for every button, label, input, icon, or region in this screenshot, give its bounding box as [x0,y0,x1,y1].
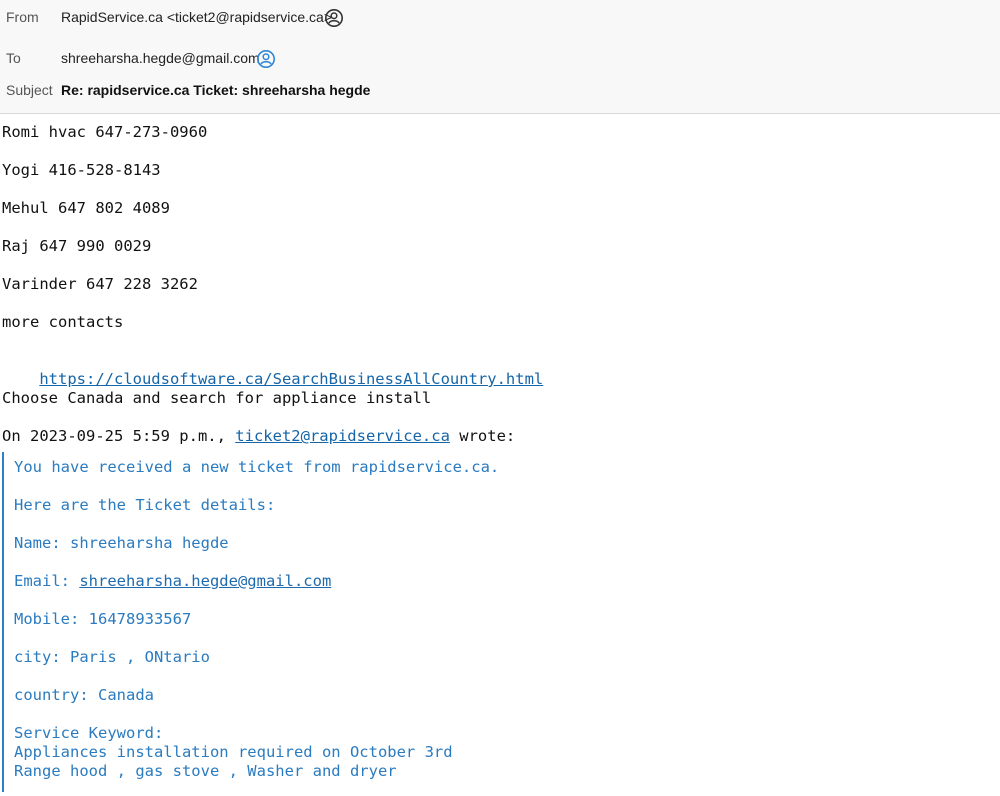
to-value[interactable]: shreeharsha.hegde@gmail.com [61,50,260,66]
quote-service-keyword: Service Keyword: [14,724,164,742]
from-row: From RapidService.ca <ticket2@rapidservi… [0,6,1000,30]
from-label: From [6,9,39,25]
to-label: To [6,50,21,66]
quote-country: country: Canada [14,686,154,704]
quote-email-line: Email: shreeharsha.hegde@gmail.com [14,572,331,591]
quoted-message: You have received a new ticket from rapi… [2,452,994,792]
quote-details-heading: Here are the Ticket details: [14,496,276,514]
person-circle-icon[interactable] [324,8,344,28]
contact-line: Raj 647 990 0029 [2,237,152,255]
instruction-text: Choose Canada and search for appliance i… [2,389,432,407]
wrote-suffix: wrote: [449,427,516,445]
wrote-prefix: On 2023-09-25 5:59 p.m., [2,427,236,445]
quote-city: city: Paris , ONtario [14,648,210,666]
more-contacts-text: more contacts [2,313,124,331]
wrote-line: On 2023-09-25 5:59 p.m., ticket2@rapidse… [2,427,515,446]
email-header: From RapidService.ca <ticket2@rapidservi… [0,0,1000,114]
quote-email-link[interactable]: shreeharsha.hegde@gmail.com [79,572,331,590]
contact-line: Varinder 647 228 3262 [2,275,198,293]
subject-label: Subject [6,82,53,98]
contact-line: Mehul 647 802 4089 [2,199,170,217]
subject-value: Re: rapidservice.ca Ticket: shreeharsha … [61,82,371,98]
quote-service-line: Range hood , gas stove , Washer and drye… [14,762,397,780]
contact-line: Romi hvac 647-273-0960 [2,123,208,141]
search-business-link[interactable]: https://cloudsoftware.ca/SearchBusinessA… [39,370,543,388]
person-circle-blue-icon[interactable] [256,49,276,69]
quote-intro: You have received a new ticket from rapi… [14,458,500,476]
quote-mobile: Mobile: 16478933567 [14,610,192,628]
quote-email-label: Email: [14,572,80,590]
contact-line: Yogi 416-528-8143 [2,161,161,179]
sender-email-link[interactable]: ticket2@rapidservice.ca [235,427,450,445]
from-value[interactable]: RapidService.ca <ticket2@rapidservice.ca… [61,9,332,25]
subject-row: Subject Re: rapidservice.ca Ticket: shre… [0,79,1000,103]
quote-service-line: Appliances installation required on Octo… [14,743,453,761]
to-row: To shreeharsha.hegde@gmail.com [0,47,1000,71]
quote-name: Name: shreeharsha hegde [14,534,229,552]
